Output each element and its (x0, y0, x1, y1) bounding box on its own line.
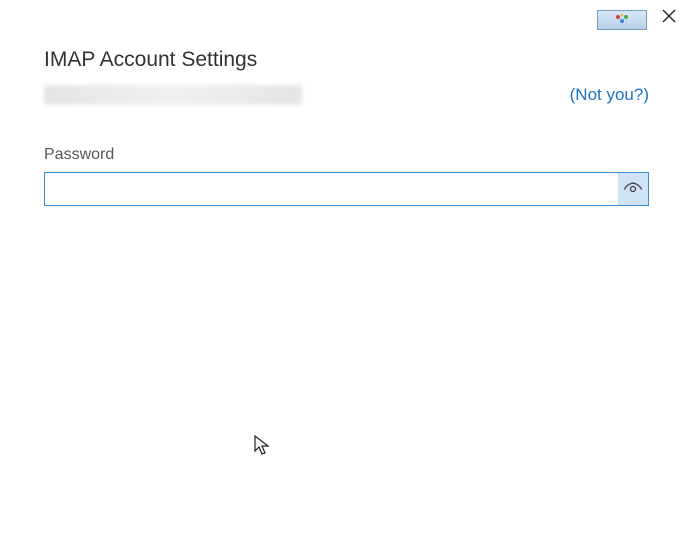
show-password-button[interactable] (618, 173, 648, 205)
page-title: IMAP Account Settings (44, 48, 649, 72)
logo-dots-icon (613, 13, 631, 27)
window-logo-badge (597, 10, 647, 30)
close-button[interactable] (653, 2, 685, 30)
password-label: Password (44, 146, 649, 164)
eye-icon (623, 179, 643, 199)
mouse-cursor-icon (254, 435, 272, 457)
close-icon (662, 9, 676, 23)
account-email-redacted (44, 85, 302, 105)
email-row: (Not you?) (44, 82, 649, 108)
password-field-wrap (44, 172, 649, 206)
not-you-link[interactable]: (Not you?) (570, 85, 649, 105)
password-input[interactable] (44, 172, 649, 206)
main-content: IMAP Account Settings (Not you?) Passwor… (0, 0, 693, 206)
